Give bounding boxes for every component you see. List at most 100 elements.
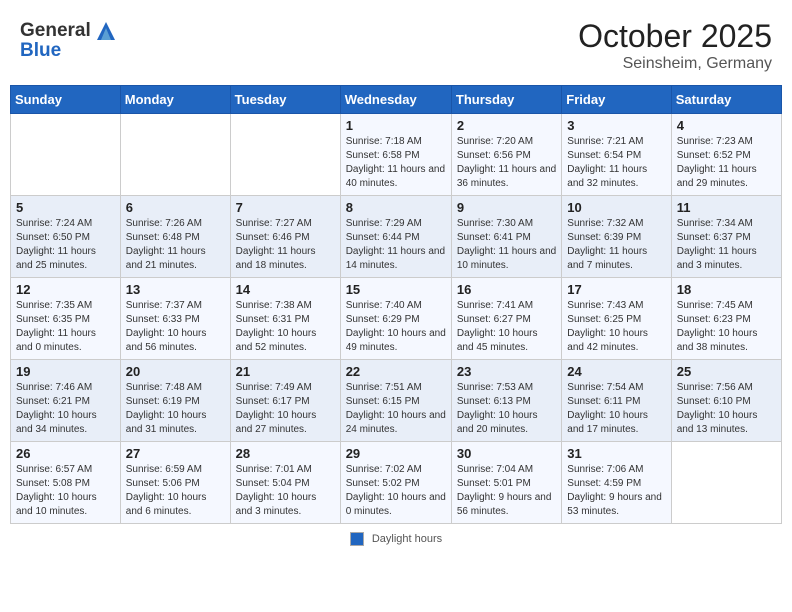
legend-label: Daylight hours: [372, 533, 442, 545]
day-info: Sunrise: 7:41 AMSunset: 6:27 PMDaylight:…: [457, 299, 556, 355]
day-info: Sunrise: 7:23 AMSunset: 6:52 PMDaylight:…: [677, 135, 776, 191]
calendar-week-5: 26Sunrise: 6:57 AMSunset: 5:08 PMDayligh…: [11, 442, 782, 524]
calendar-cell: 8Sunrise: 7:29 AMSunset: 6:44 PMDaylight…: [340, 196, 451, 278]
day-number: 17: [567, 282, 665, 297]
calendar-cell: 13Sunrise: 7:37 AMSunset: 6:33 PMDayligh…: [120, 278, 230, 360]
calendar-title: October 2025: [578, 18, 772, 55]
calendar-cell: 31 Sunrise: 7:06 AMSunset: 4:59 PMDayligh…: [562, 442, 671, 524]
day-info: Sunrise: 7:06 AMSunset: 4:59 PMDaylight:…: [567, 463, 665, 519]
day-info: Sunrise: 7:26 AMSunset: 6:48 PMDaylight:…: [126, 217, 225, 273]
day-number: 2: [457, 118, 556, 133]
calendar-cell: [230, 114, 340, 196]
col-header-monday: Monday: [120, 86, 230, 114]
calendar-cell: 6 Sunrise: 7:26 AMSunset: 6:48 PMDaylight…: [120, 196, 230, 278]
calendar-cell: 16 Sunrise: 7:41 AMSunset: 6:27 PMDayligh…: [451, 278, 561, 360]
col-header-wednesday: Wednesday: [340, 86, 451, 114]
calendar-cell: 15Sunrise: 7:40 AMSunset: 6:29 PMDayligh…: [340, 278, 451, 360]
col-header-sunday: Sunday: [11, 86, 121, 114]
calendar-cell: 20 Sunrise: 7:48 AMSunset: 6:19 PMDayligh…: [120, 360, 230, 442]
day-info: Sunrise: 7:27 AMSunset: 6:46 PMDaylight:…: [236, 217, 335, 273]
calendar-cell: 11 Sunrise: 7:34 AMSunset: 6:37 PMDayligh…: [671, 196, 781, 278]
calendar-subtitle: Seinsheim, Germany: [578, 55, 772, 73]
calendar-cell: 19Sunrise: 7:46 AMSunset: 6:21 PMDayligh…: [11, 360, 121, 442]
day-number: 3: [567, 118, 665, 133]
calendar-cell: 4 Sunrise: 7:23 AMSunset: 6:52 PMDaylight…: [671, 114, 781, 196]
legend-color-box: [350, 532, 364, 546]
day-info: Sunrise: 7:30 AMSunset: 6:41 PMDaylight:…: [457, 217, 556, 273]
day-number: 16: [457, 282, 556, 297]
day-info: Sunrise: 7:02 AMSunset: 5:02 PMDaylight:…: [346, 463, 446, 519]
day-info: Sunrise: 7:18 AMSunset: 6:58 PMDaylight:…: [346, 135, 446, 191]
calendar-cell: [11, 114, 121, 196]
title-block: October 2025 Seinsheim, Germany: [578, 18, 772, 73]
day-info: Sunrise: 6:59 AMSunset: 5:06 PMDaylight:…: [126, 463, 225, 519]
calendar-cell: 28 Sunrise: 7:01 AMSunset: 5:04 PMDayligh…: [230, 442, 340, 524]
calendar-cell: 30Sunrise: 7:04 AMSunset: 5:01 PMDayligh…: [451, 442, 561, 524]
col-header-thursday: Thursday: [451, 86, 561, 114]
day-info: Sunrise: 7:43 AMSunset: 6:25 PMDaylight:…: [567, 299, 665, 355]
calendar-cell: 24 Sunrise: 7:54 AMSunset: 6:11 PMDayligh…: [562, 360, 671, 442]
calendar-cell: 25 Sunrise: 7:56 AMSunset: 6:10 PMDayligh…: [671, 360, 781, 442]
day-info: Sunrise: 7:56 AMSunset: 6:10 PMDaylight:…: [677, 381, 776, 437]
day-info: Sunrise: 7:21 AMSunset: 6:54 PMDaylight:…: [567, 135, 665, 191]
calendar-cell: 10 Sunrise: 7:32 AMSunset: 6:39 PMDayligh…: [562, 196, 671, 278]
day-number: 21: [236, 364, 335, 379]
day-info: Sunrise: 7:51 AMSunset: 6:15 PMDaylight:…: [346, 381, 446, 437]
logo: General Blue: [20, 18, 119, 62]
calendar-cell: [120, 114, 230, 196]
calendar-cell: 17 Sunrise: 7:43 AMSunset: 6:25 PMDayligh…: [562, 278, 671, 360]
calendar-cell: 29 Sunrise: 7:02 AMSunset: 5:02 PMDayligh…: [340, 442, 451, 524]
day-number: 24: [567, 364, 665, 379]
calendar-cell: 7 Sunrise: 7:27 AMSunset: 6:46 PMDaylight…: [230, 196, 340, 278]
calendar-week-3: 12Sunrise: 7:35 AMSunset: 6:35 PMDayligh…: [11, 278, 782, 360]
calendar-cell: 2 Sunrise: 7:20 AMSunset: 6:56 PMDaylight…: [451, 114, 561, 196]
day-info: Sunrise: 7:24 AMSunset: 6:50 PMDaylight:…: [16, 217, 115, 273]
calendar-cell: 27 Sunrise: 6:59 AMSunset: 5:06 PMDayligh…: [120, 442, 230, 524]
day-number: 14: [236, 282, 335, 297]
day-number: 28: [236, 446, 335, 461]
day-number: 7: [236, 200, 335, 215]
col-header-saturday: Saturday: [671, 86, 781, 114]
calendar-cell: 26Sunrise: 6:57 AMSunset: 5:08 PMDayligh…: [11, 442, 121, 524]
calendar-cell: 18 Sunrise: 7:45 AMSunset: 6:23 PMDayligh…: [671, 278, 781, 360]
day-number: 18: [677, 282, 776, 297]
day-number: 30: [457, 446, 556, 461]
day-number: 9: [457, 200, 556, 215]
day-number: 20: [126, 364, 225, 379]
day-number: 10: [567, 200, 665, 215]
calendar-cell: 1 Sunrise: 7:18 AMSunset: 6:58 PMDaylight…: [340, 114, 451, 196]
day-number: 11: [677, 200, 776, 215]
calendar-cell: 5 Sunrise: 7:24 AMSunset: 6:50 PMDaylight…: [11, 196, 121, 278]
day-number: 1: [346, 118, 446, 133]
day-number: 29: [346, 446, 446, 461]
calendar-cell: 3 Sunrise: 7:21 AMSunset: 6:54 PMDaylight…: [562, 114, 671, 196]
logo-icon: [93, 18, 119, 44]
day-info: Sunrise: 7:54 AMSunset: 6:11 PMDaylight:…: [567, 381, 665, 437]
day-number: 19: [16, 364, 115, 379]
calendar-week-1: 1 Sunrise: 7:18 AMSunset: 6:58 PMDaylight…: [11, 114, 782, 196]
day-info: Sunrise: 7:20 AMSunset: 6:56 PMDaylight:…: [457, 135, 556, 191]
calendar-week-4: 19Sunrise: 7:46 AMSunset: 6:21 PMDayligh…: [11, 360, 782, 442]
day-number: 5: [16, 200, 115, 215]
page-header: General Blue October 2025 Seinsheim, Ger…: [10, 10, 782, 85]
day-info: Sunrise: 7:32 AMSunset: 6:39 PMDaylight:…: [567, 217, 665, 273]
day-info: Sunrise: 7:29 AMSunset: 6:44 PMDaylight:…: [346, 217, 446, 273]
day-info: Sunrise: 7:34 AMSunset: 6:37 PMDaylight:…: [677, 217, 776, 273]
calendar-cell: 12Sunrise: 7:35 AMSunset: 6:35 PMDayligh…: [11, 278, 121, 360]
day-number: 25: [677, 364, 776, 379]
day-info: Sunrise: 7:53 AMSunset: 6:13 PMDaylight:…: [457, 381, 556, 437]
day-number: 12: [16, 282, 115, 297]
day-info: Sunrise: 7:38 AMSunset: 6:31 PMDaylight:…: [236, 299, 335, 355]
logo-general: General: [20, 20, 91, 41]
day-number: 23: [457, 364, 556, 379]
calendar-footer: Daylight hours: [10, 532, 782, 546]
day-number: 6: [126, 200, 225, 215]
day-info: Sunrise: 7:37 AMSunset: 6:33 PMDaylight:…: [126, 299, 225, 355]
day-info: Sunrise: 7:48 AMSunset: 6:19 PMDaylight:…: [126, 381, 225, 437]
day-info: Sunrise: 7:45 AMSunset: 6:23 PMDaylight:…: [677, 299, 776, 355]
day-info: Sunrise: 7:01 AMSunset: 5:04 PMDaylight:…: [236, 463, 335, 519]
day-number: 26: [16, 446, 115, 461]
day-number: 31: [567, 446, 665, 461]
day-number: 4: [677, 118, 776, 133]
day-number: 27: [126, 446, 225, 461]
